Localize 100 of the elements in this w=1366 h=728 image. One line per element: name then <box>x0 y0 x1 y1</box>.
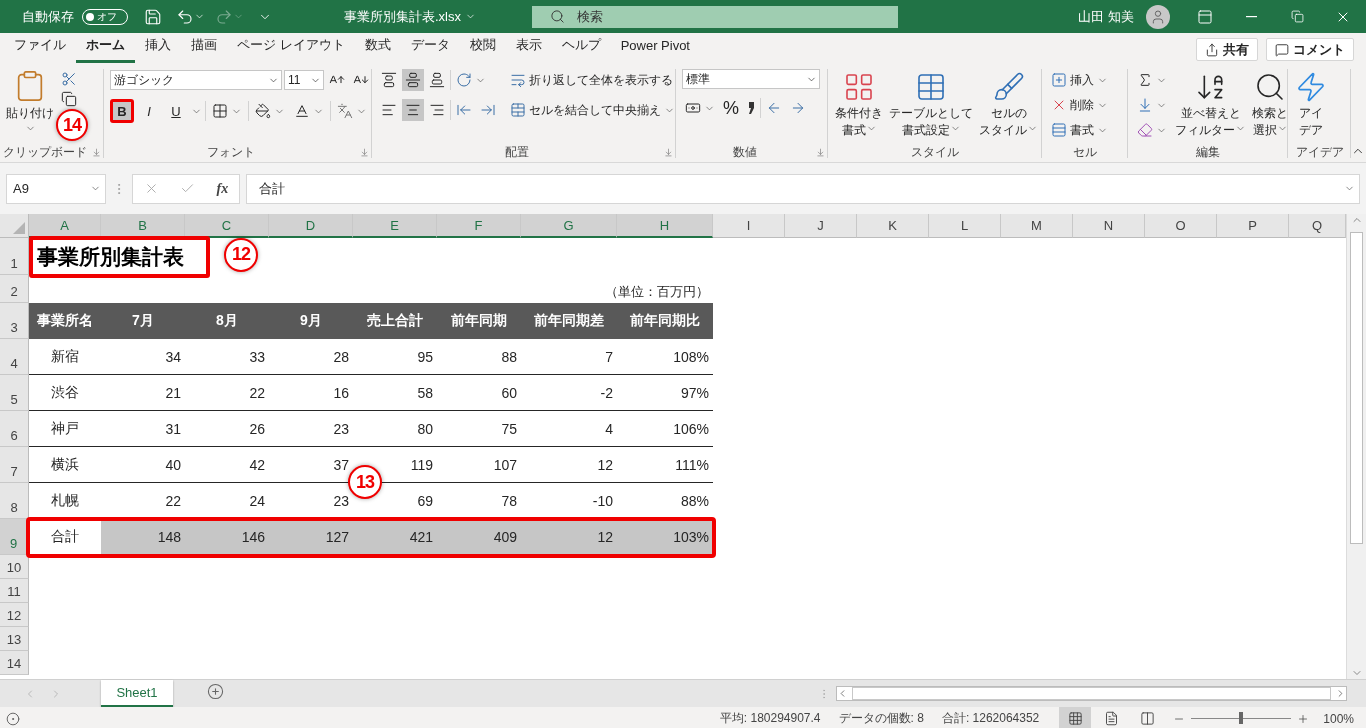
italic-button[interactable]: I <box>137 99 161 123</box>
column-header[interactable]: I <box>713 214 785 238</box>
user-name: 山田 知美 <box>1078 7 1134 26</box>
table-style-icon <box>992 71 1025 103</box>
column-heading: 8月 <box>185 303 269 339</box>
callout-number: 12 <box>224 237 258 272</box>
vertical-align-icon <box>429 72 445 88</box>
wrap-text-button[interactable]: 折り返して全体を表示する <box>507 69 676 91</box>
share-button[interactable]: 共有 <box>1196 38 1258 61</box>
column-header[interactable]: L <box>929 214 1001 238</box>
undo-icon[interactable] <box>176 7 194 26</box>
cells-button[interactable]: 削除 <box>1048 94 1111 116</box>
underline-button[interactable]: U <box>164 99 188 123</box>
select-all-button[interactable] <box>0 214 29 238</box>
row-header[interactable]: 11 <box>0 579 29 603</box>
sheet-tab[interactable]: Sheet1 <box>101 680 173 707</box>
name-box[interactable]: A9 <box>6 173 106 204</box>
style-button[interactable]: テーブルとして 書式設定 <box>888 69 974 140</box>
number-format-field[interactable]: 標準 <box>682 69 820 89</box>
group-label: 配置 <box>505 143 529 161</box>
launcher-icon[interactable] <box>92 148 101 157</box>
view-icon <box>1067 711 1083 726</box>
column-header[interactable]: B <box>101 214 185 238</box>
ribbon-tab[interactable]: ファイル <box>4 35 76 63</box>
column-header[interactable]: O <box>1145 214 1217 238</box>
cells-button[interactable]: 挿入 <box>1048 69 1111 91</box>
group-label: フォント <box>207 143 255 161</box>
style-button[interactable]: 条件付き 書式 <box>834 69 884 140</box>
font-size-field[interactable]: 11 <box>284 70 324 90</box>
ribbon-tab[interactable]: 挿入 <box>135 35 181 63</box>
sum-stat: 合計: 1262064352 <box>941 710 1040 727</box>
column-header[interactable]: Q <box>1289 214 1346 238</box>
row-header[interactable]: 14 <box>0 651 29 675</box>
column-header[interactable]: D <box>269 214 353 238</box>
horizontal-align-button[interactable] <box>402 99 424 121</box>
row-header[interactable]: 6 <box>0 411 29 447</box>
editing-button[interactable]: 並べ替えと フィルター <box>1174 69 1247 140</box>
ribbon-tab[interactable]: 描画 <box>181 35 227 63</box>
group-label: クリップボード <box>3 143 87 161</box>
zoom-in-icon[interactable] <box>1297 712 1310 725</box>
style-button[interactable]: セルの スタイル <box>978 69 1039 140</box>
row-header[interactable]: 10 <box>0 555 29 579</box>
table-cell: 88% <box>617 483 713 519</box>
ideas-button[interactable]: アイ デア <box>1294 69 1328 140</box>
ribbon-tab[interactable]: ページ レイアウト <box>227 35 355 63</box>
row-header[interactable]: 4 <box>0 339 29 375</box>
launcher-icon[interactable] <box>664 148 673 157</box>
row-header[interactable]: 5 <box>0 375 29 411</box>
percent-button[interactable]: % <box>720 97 742 119</box>
column-header[interactable]: G <box>521 214 617 238</box>
formula-field[interactable]: 合計 <box>246 173 1360 204</box>
column-header[interactable]: K <box>857 214 929 238</box>
row-header[interactable]: 3 <box>0 303 29 339</box>
column-header[interactable]: P <box>1217 214 1289 238</box>
insert-function-button[interactable]: fx <box>216 180 229 197</box>
vertical-align-button[interactable] <box>402 69 424 91</box>
bold-button[interactable]: B <box>110 99 134 123</box>
column-header[interactable]: F <box>437 214 521 238</box>
file-name[interactable]: 事業所別集計表.xlsx <box>344 7 461 26</box>
comment-button[interactable]: コメント <box>1266 38 1354 61</box>
avatar[interactable] <box>1146 4 1170 29</box>
paste-button[interactable]: 貼り付け <box>6 69 54 135</box>
column-header[interactable]: M <box>1001 214 1073 238</box>
zoom-level[interactable]: 100% <box>1323 711 1354 726</box>
save-icon[interactable] <box>144 7 162 26</box>
zoom-slider-thumb[interactable] <box>1239 712 1244 724</box>
row-header[interactable]: 1 <box>0 238 29 275</box>
column-header[interactable]: A <box>29 214 101 238</box>
row-header[interactable]: 13 <box>0 627 29 651</box>
ribbon-tab[interactable]: 表示 <box>505 35 552 63</box>
column-header[interactable]: C <box>185 214 269 238</box>
panel-icon <box>1197 8 1213 25</box>
scroll-thumb[interactable] <box>1350 232 1363 544</box>
ribbon-tab[interactable]: Power Pivot <box>610 35 700 63</box>
row-header[interactable]: 8 <box>0 483 29 519</box>
launcher-icon[interactable] <box>360 148 369 157</box>
row-header[interactable]: 12 <box>0 603 29 627</box>
scroll-thumb[interactable] <box>852 687 1331 700</box>
ribbon-tab[interactable]: 数式 <box>354 35 401 63</box>
column-heading: 売上合計 <box>353 303 437 339</box>
table-cell: 95 <box>353 339 437 375</box>
column-header[interactable]: N <box>1073 214 1145 238</box>
column-header[interactable]: E <box>353 214 437 238</box>
group-label: アイデア <box>1295 143 1344 161</box>
row-header[interactable]: 7 <box>0 447 29 483</box>
vertical-align-icon <box>405 72 421 88</box>
column-header[interactable]: J <box>785 214 857 238</box>
add-sheet-icon[interactable] <box>207 683 224 700</box>
merge-center-button[interactable]: セルを結合して中央揃え <box>507 99 678 121</box>
launcher-icon[interactable] <box>816 148 825 157</box>
view-button[interactable] <box>1059 707 1092 728</box>
cells-button[interactable]: 書式 <box>1048 119 1111 141</box>
font-name-field[interactable]: 游ゴシック <box>110 70 282 90</box>
column-header[interactable]: H <box>617 214 713 238</box>
row-header[interactable]: 2 <box>0 275 29 303</box>
ribbon-tab[interactable]: データ <box>400 35 460 63</box>
ribbon-tab[interactable]: ヘルプ <box>551 35 611 63</box>
editing-button[interactable]: 検索と 選択 <box>1251 69 1289 140</box>
ribbon-tab[interactable]: 校閲 <box>459 35 506 63</box>
search-field[interactable]: 検索 <box>532 5 898 28</box>
